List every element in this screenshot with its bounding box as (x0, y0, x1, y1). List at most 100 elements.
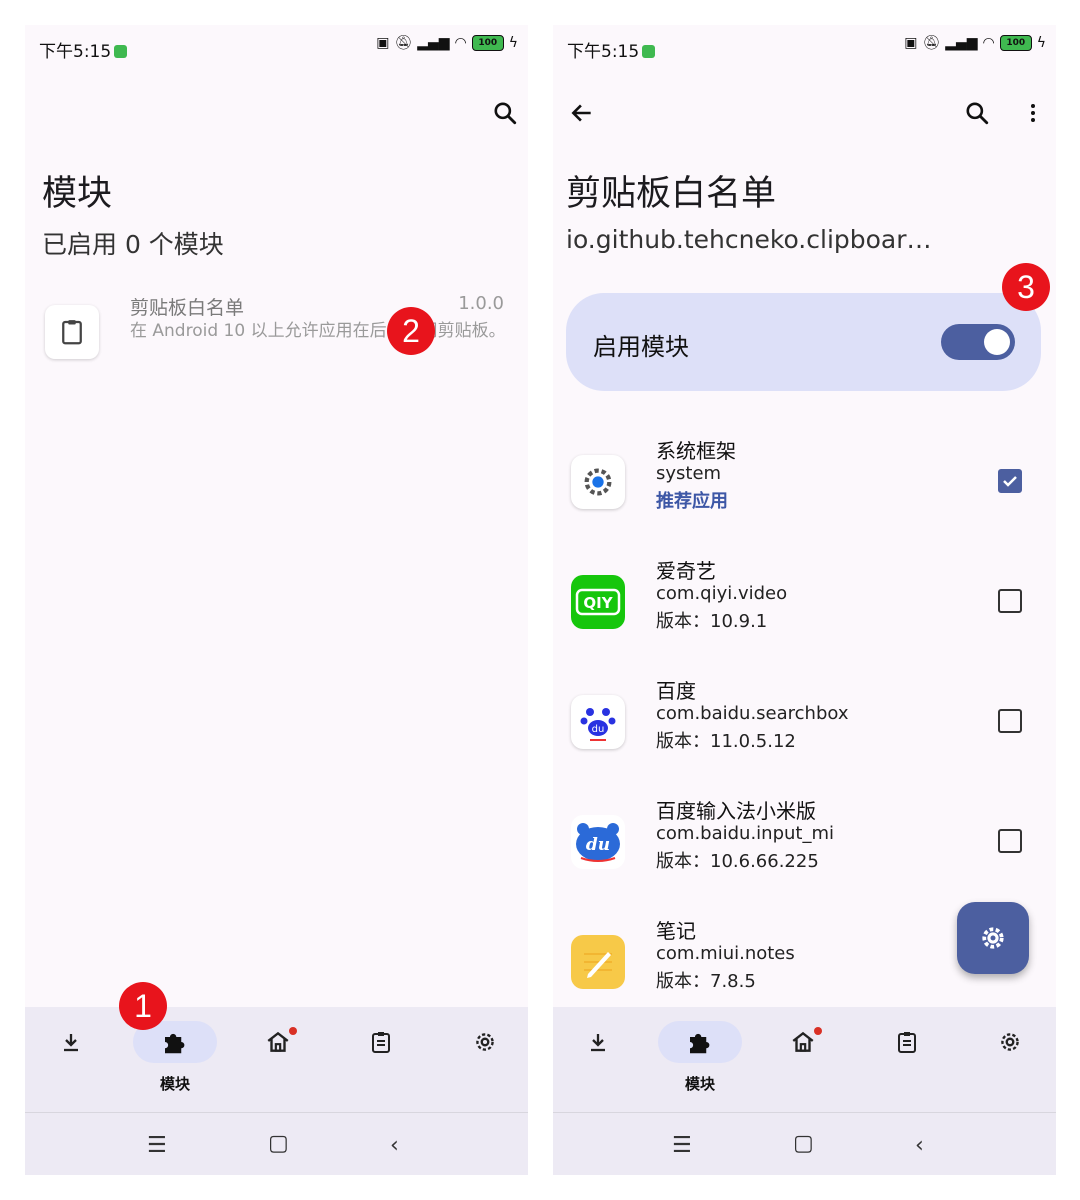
nav-item-modules[interactable]: 模块 (655, 1021, 745, 1101)
app-package: system (656, 463, 722, 484)
nav-item-settings[interactable] (440, 1021, 528, 1101)
enable-module-card[interactable]: 启用模块 (566, 293, 1041, 391)
nfc-icon: ▣ (904, 35, 918, 51)
back-icon[interactable]: ‹ (390, 1133, 399, 1158)
search-button[interactable] (957, 93, 997, 133)
svg-text:du: du (586, 835, 610, 855)
nav-item-modules[interactable]: 模块 (130, 1021, 220, 1101)
enable-module-label: 启用模块 (593, 333, 689, 361)
system-navigation-bar: ☰ ▢ ‹ (553, 1112, 1056, 1175)
notification-dot (814, 1027, 822, 1035)
nav-label-modules: 模块 (159, 1075, 190, 1093)
iqiyi-icon: QIY (571, 575, 625, 629)
svg-text:QIY: QIY (583, 594, 613, 612)
system-navigation-bar: ☰ ▢ ‹ (25, 1112, 528, 1175)
nav-item-logs[interactable] (862, 1021, 952, 1101)
notes-icon (571, 935, 625, 989)
app-row[interactable]: du 百度 com.baidu.searchbox 版本：11.0.5.12 (553, 675, 1056, 795)
search-button[interactable] (485, 93, 525, 133)
app-package: com.miui.notes (656, 943, 795, 964)
step-badge-2: 2 (387, 307, 435, 355)
back-button[interactable] (562, 93, 602, 133)
module-settings-fab[interactable] (957, 902, 1029, 974)
status-time: 下午5:15 (39, 37, 128, 62)
app-package: com.qiyi.video (656, 583, 788, 604)
step-badge-3: 3 (1002, 263, 1050, 311)
app-name: 笔记 (656, 919, 696, 943)
module-name: 剪贴板白名单 (130, 297, 245, 319)
app-notification-icon (642, 45, 656, 58)
battery-icon: 100 (471, 35, 504, 51)
app-row[interactable]: du 百度输入法小米版 com.baidu.input_mi 版本：10.6.6… (553, 795, 1056, 915)
app-name: 系统框架 (656, 439, 736, 463)
home-button-icon[interactable]: ▢ (268, 1131, 289, 1156)
more-vert-icon (1031, 104, 1035, 122)
back-icon[interactable]: ‹ (915, 1133, 924, 1158)
nav-item-logs[interactable] (336, 1021, 426, 1101)
overflow-menu-button[interactable] (1013, 93, 1053, 133)
module-list-item[interactable]: 剪贴板白名单 1.0.0 在 Android 10 以上允许应用在后台访问剪贴板… (25, 293, 528, 383)
app-version: 版本：11.0.5.12 (656, 731, 796, 752)
app-checkbox[interactable] (998, 469, 1022, 493)
app-checkbox[interactable] (998, 589, 1022, 613)
baidu-paw-icon: du (571, 695, 625, 749)
app-notification-icon (114, 45, 128, 58)
home-button-icon[interactable]: ▢ (793, 1131, 814, 1156)
mute-icon: 🔕︎ (922, 35, 941, 51)
app-checkbox[interactable] (998, 709, 1022, 733)
page-title: 剪贴板白名单 (566, 174, 777, 214)
clipboard-icon (45, 305, 99, 359)
settings-gear-icon (982, 927, 1004, 949)
nfc-icon: ▣ (376, 35, 390, 51)
nav-item-settings[interactable] (965, 1021, 1055, 1101)
download-icon (591, 1034, 605, 1052)
puzzle-icon (165, 1033, 185, 1054)
mute-icon: 🔕︎ (394, 35, 413, 51)
bottom-navigation: 模块 (553, 1007, 1056, 1112)
signal-icon: ▂▄▆ (945, 35, 978, 51)
wifi-icon: ◠ (982, 35, 995, 51)
wifi-icon: ◠ (454, 35, 467, 51)
check-icon (1003, 476, 1017, 487)
app-name: 爱奇艺 (656, 559, 716, 583)
package-subtitle: io.github.tehcneko.clipboar… (566, 225, 932, 254)
signal-icon: ▂▄▆ (417, 35, 450, 51)
status-bar: 下午5:15 ▣ 🔕︎ ▂▄▆ ◠ 100 ϟ (553, 25, 1056, 71)
gear-icon (1001, 1033, 1019, 1051)
app-version: 版本：10.9.1 (656, 611, 768, 632)
nav-item-download[interactable] (553, 1021, 643, 1101)
arrow-back-icon (571, 104, 591, 122)
search-icon (494, 102, 517, 125)
screen-module-scope: 下午5:15 ▣ 🔕︎ ▂▄▆ ◠ 100 ϟ 剪贴板白名单 io.github… (553, 25, 1056, 1175)
clipboard-list-icon (372, 1032, 390, 1053)
recommended-label: 推荐应用 (656, 491, 728, 512)
charging-icon: ϟ (1036, 35, 1046, 51)
page-subtitle: 已启用 0 个模块 (42, 230, 224, 259)
status-icons: ▣ 🔕︎ ▂▄▆ ◠ 100 ϟ (904, 35, 1046, 51)
charging-icon: ϟ (508, 35, 518, 51)
app-row[interactable]: QIY 爱奇艺 com.qiyi.video 版本：10.9.1 (553, 555, 1056, 675)
status-bar: 下午5:15 ▣ 🔕︎ ▂▄▆ ◠ 100 ϟ (25, 25, 528, 71)
step-badge-1: 1 (119, 982, 167, 1030)
puzzle-icon (690, 1033, 710, 1054)
battery-icon: 100 (999, 35, 1032, 51)
app-row[interactable]: 系统框架 system 推荐应用 (553, 435, 1056, 555)
nav-item-home[interactable] (758, 1021, 848, 1101)
download-icon (64, 1034, 78, 1052)
search-icon (966, 102, 989, 125)
menu-icon[interactable]: ☰ (147, 1133, 167, 1158)
app-name: 百度输入法小米版 (656, 799, 816, 823)
menu-icon[interactable]: ☰ (672, 1133, 692, 1158)
svg-text:du: du (592, 724, 605, 735)
enable-module-switch[interactable] (941, 324, 1015, 360)
app-version: 版本：10.6.66.225 (656, 851, 819, 872)
app-checkbox[interactable] (998, 829, 1022, 853)
nav-item-download[interactable] (26, 1021, 116, 1101)
app-version: 版本：7.8.5 (656, 971, 756, 992)
status-time: 下午5:15 (567, 37, 656, 62)
status-icons: ▣ 🔕︎ ▂▄▆ ◠ 100 ϟ (376, 35, 518, 51)
app-package: com.baidu.input_mi (656, 823, 835, 844)
nav-item-home[interactable] (233, 1021, 323, 1101)
home-icon (792, 1031, 814, 1052)
screen-modules-list: 下午5:15 ▣ 🔕︎ ▂▄▆ ◠ 100 ϟ 模块 已启用 0 个模块 剪贴板… (25, 25, 528, 1175)
